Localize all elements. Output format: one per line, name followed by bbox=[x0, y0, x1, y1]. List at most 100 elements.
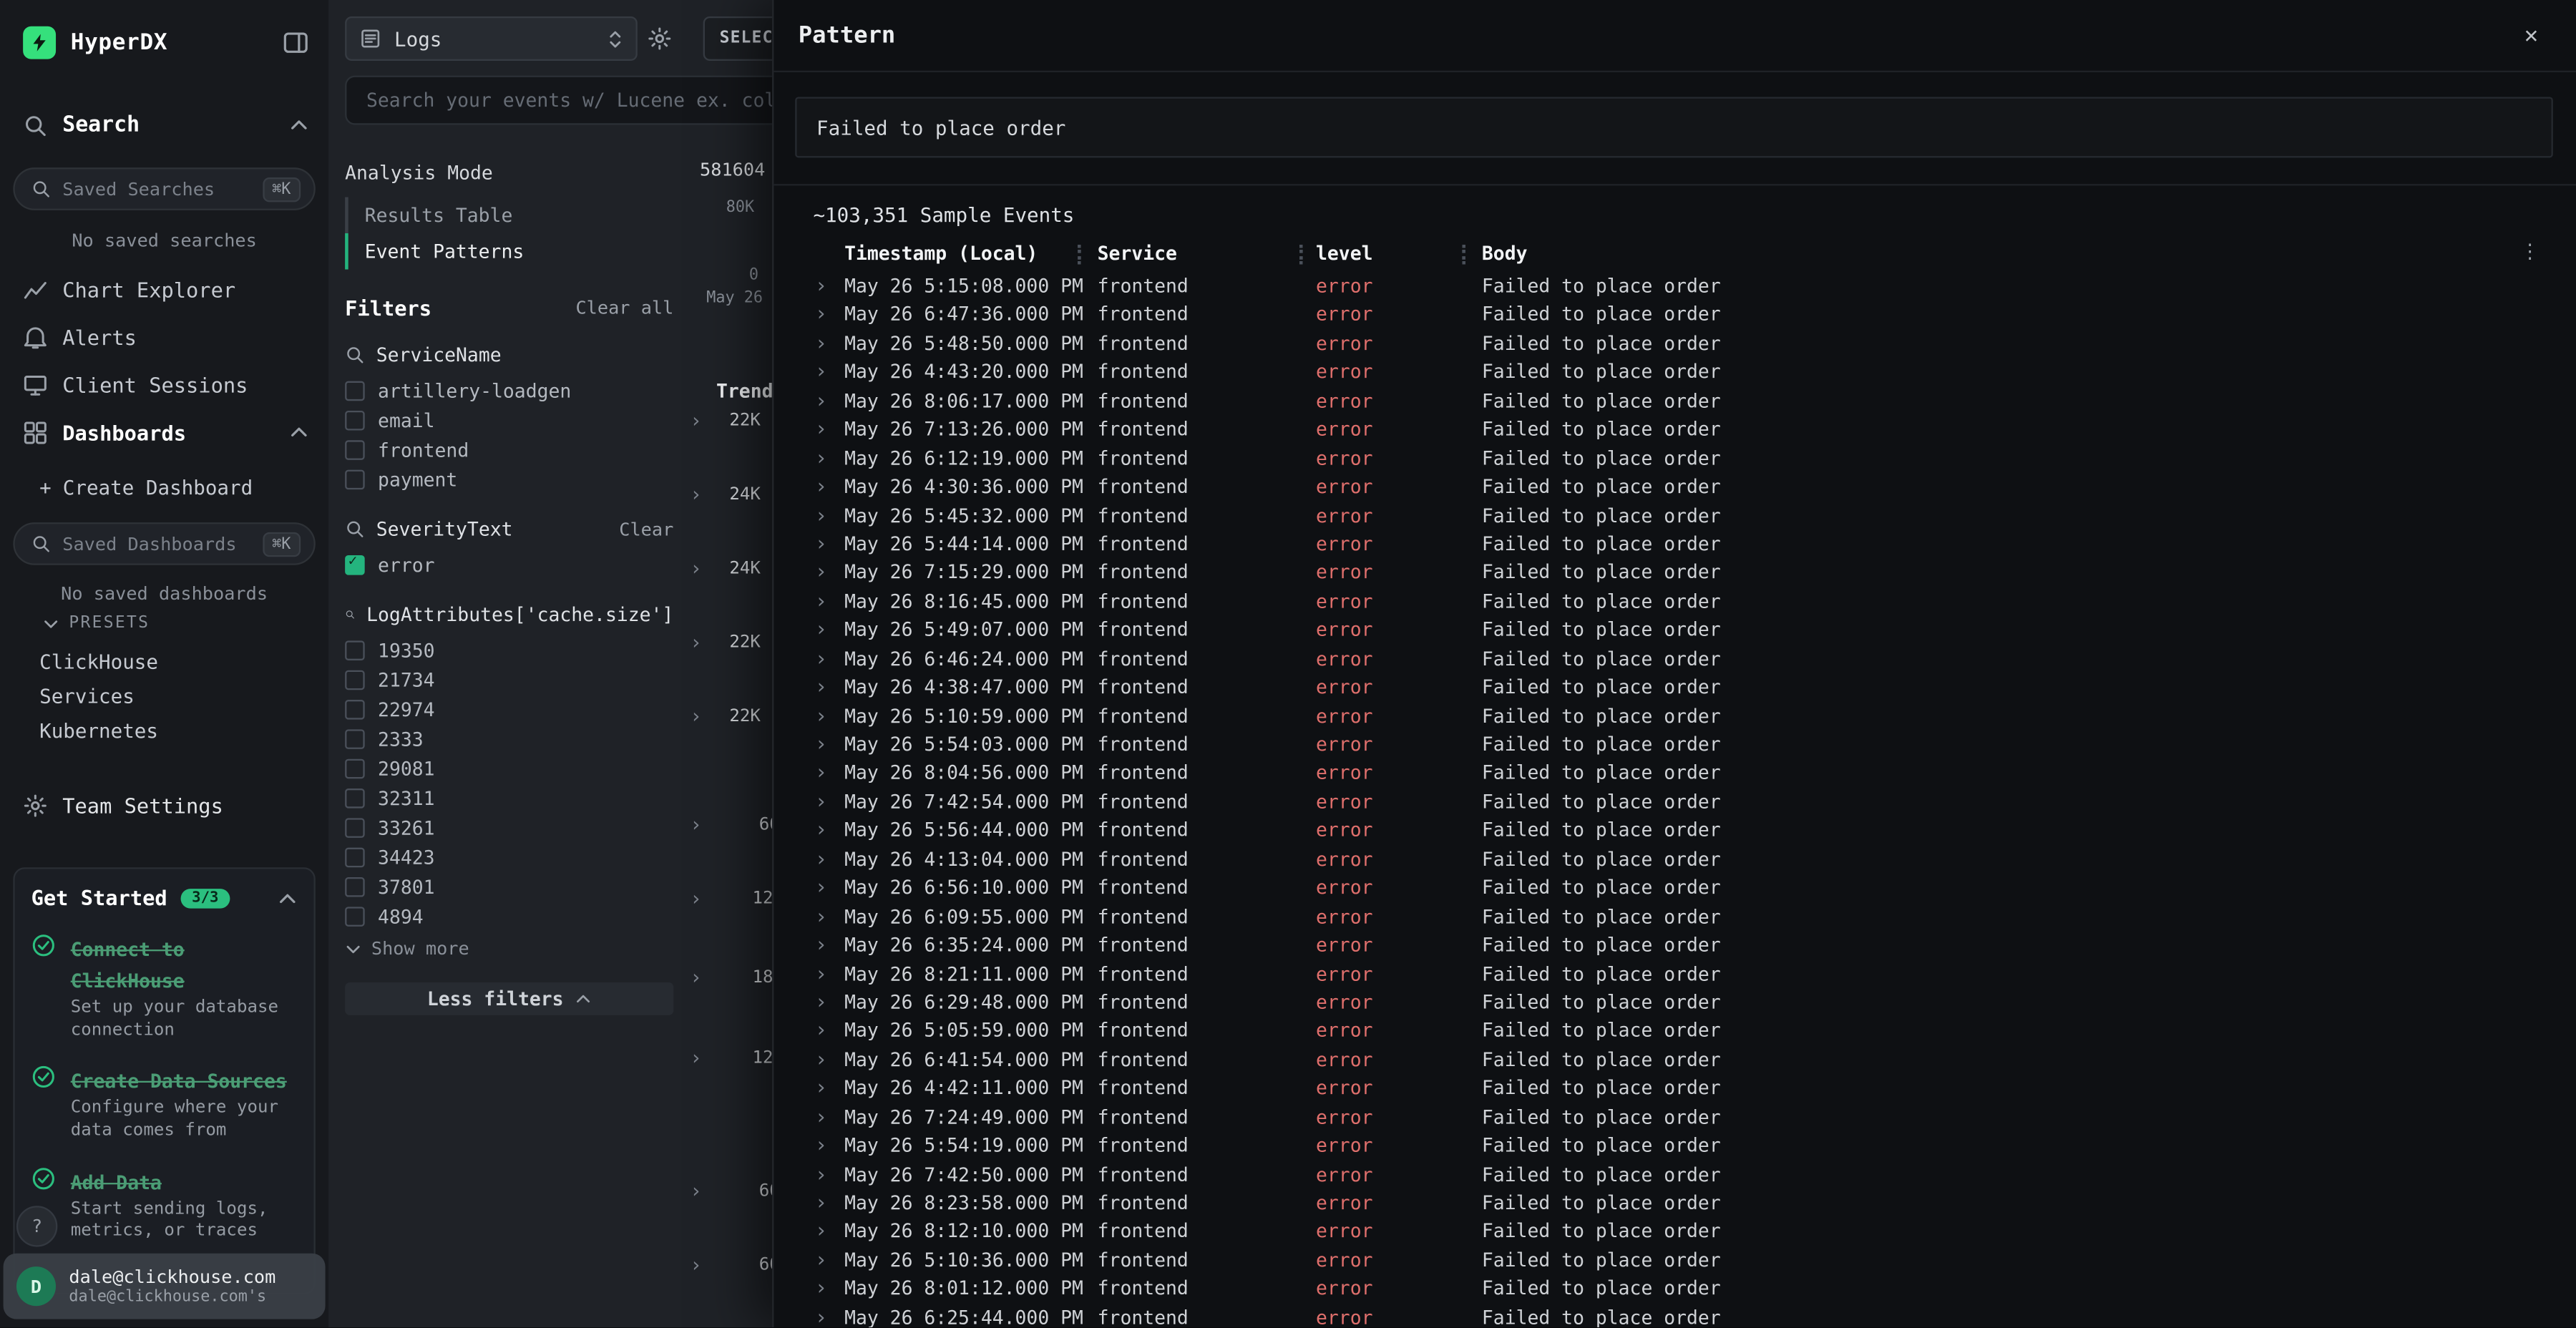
sample-event-row[interactable]: ›May 26 8:04:56.000 PMfrontenderrorFaile… bbox=[774, 760, 2576, 788]
sample-event-row[interactable]: ›May 26 6:46:24.000 PMfrontenderrorFaile… bbox=[774, 645, 2576, 674]
expand-row-chevron-icon[interactable]: › bbox=[815, 1246, 827, 1271]
get-started-item[interactable]: Add DataStart sending logs, metrics, or … bbox=[31, 1164, 298, 1244]
sample-event-row[interactable]: ›May 26 4:43:20.000 PMfrontenderrorFaile… bbox=[774, 358, 2576, 387]
collapse-sidebar-icon[interactable] bbox=[283, 29, 309, 56]
checkbox[interactable] bbox=[345, 818, 365, 838]
sample-event-row[interactable]: ›May 26 4:42:11.000 PMfrontenderrorFaile… bbox=[774, 1075, 2576, 1103]
sample-event-row[interactable]: ›May 26 4:30:36.000 PMfrontenderrorFaile… bbox=[774, 473, 2576, 502]
sidebar-preset-item[interactable]: Services bbox=[39, 678, 302, 713]
expand-row-chevron-icon[interactable]: › bbox=[815, 530, 827, 555]
sample-event-row[interactable]: ›May 26 6:25:44.000 PMfrontenderrorFaile… bbox=[774, 1304, 2576, 1327]
filter-option[interactable]: 2333 bbox=[345, 724, 673, 753]
expand-row-chevron-icon[interactable]: › bbox=[815, 502, 827, 526]
expand-row-chevron-icon[interactable]: › bbox=[815, 703, 827, 727]
sample-event-row[interactable]: ›May 26 6:47:36.000 PMfrontenderrorFaile… bbox=[774, 301, 2576, 330]
checkbox[interactable] bbox=[345, 848, 365, 868]
checkbox[interactable] bbox=[345, 729, 365, 749]
expand-row-chevron-icon[interactable]: › bbox=[815, 1218, 827, 1242]
col-level[interactable]: level bbox=[1316, 241, 1372, 264]
filter-option[interactable]: 37801 bbox=[345, 872, 673, 902]
less-filters-button[interactable]: Less filters bbox=[345, 982, 673, 1015]
checkbox[interactable] bbox=[345, 440, 365, 460]
sample-event-row[interactable]: ›May 26 6:29:48.000 PMfrontenderrorFaile… bbox=[774, 989, 2576, 1017]
sidebar-item-search[interactable]: Search bbox=[23, 109, 308, 142]
chevron-right-icon[interactable]: › bbox=[690, 631, 702, 654]
checkbox[interactable] bbox=[345, 700, 365, 720]
expand-row-chevron-icon[interactable]: › bbox=[815, 617, 827, 641]
filter-option[interactable]: 29081 bbox=[345, 754, 673, 783]
chevron-right-icon[interactable]: › bbox=[690, 887, 702, 910]
sample-event-row[interactable]: ›May 26 6:56:10.000 PMfrontenderrorFaile… bbox=[774, 874, 2576, 903]
chevron-right-icon[interactable]: › bbox=[690, 966, 702, 989]
get-started-header[interactable]: Get Started 3/3 bbox=[31, 885, 298, 909]
sample-event-row[interactable]: ›May 26 5:54:03.000 PMfrontenderrorFaile… bbox=[774, 731, 2576, 760]
sidebar-preset-item[interactable]: Kubernetes bbox=[39, 713, 302, 747]
filter-option[interactable]: artillery-loadgen bbox=[345, 376, 673, 406]
help-button[interactable]: ? bbox=[16, 1206, 57, 1246]
filter-option[interactable]: 22974 bbox=[345, 695, 673, 724]
expand-row-chevron-icon[interactable]: › bbox=[815, 788, 827, 813]
sample-event-row[interactable]: ›May 26 7:42:54.000 PMfrontenderrorFaile… bbox=[774, 788, 2576, 817]
chevron-right-icon[interactable]: › bbox=[690, 409, 702, 432]
sample-event-row[interactable]: ›May 26 5:45:32.000 PMfrontenderrorFaile… bbox=[774, 502, 2576, 530]
pattern-row-peek[interactable]: ›22K bbox=[687, 631, 772, 658]
expand-row-chevron-icon[interactable]: › bbox=[815, 874, 827, 899]
filter-option[interactable]: payment bbox=[345, 465, 673, 494]
expand-row-chevron-icon[interactable]: › bbox=[815, 473, 827, 497]
expand-row-chevron-icon[interactable]: › bbox=[815, 273, 827, 297]
chevron-right-icon[interactable]: › bbox=[690, 557, 702, 580]
sample-event-row[interactable]: ›May 26 7:15:29.000 PMfrontenderrorFaile… bbox=[774, 559, 2576, 587]
filter-option[interactable]: 34423 bbox=[345, 843, 673, 872]
sample-event-row[interactable]: ›May 26 8:16:45.000 PMfrontenderrorFaile… bbox=[774, 588, 2576, 617]
filter-option[interactable]: 33261 bbox=[345, 813, 673, 842]
expand-row-chevron-icon[interactable]: › bbox=[815, 1075, 827, 1099]
expand-row-chevron-icon[interactable]: › bbox=[815, 932, 827, 956]
expand-row-chevron-icon[interactable]: › bbox=[815, 1304, 827, 1327]
user-account-chip[interactable]: D dale@clickhouse.com dale@clickhouse.co… bbox=[4, 1254, 326, 1319]
chevron-right-icon[interactable]: › bbox=[690, 705, 702, 728]
sample-event-row[interactable]: ›May 26 5:44:14.000 PMfrontenderrorFaile… bbox=[774, 530, 2576, 559]
column-resize-handle[interactable] bbox=[1299, 245, 1303, 265]
close-icon[interactable]: ✕ bbox=[2524, 22, 2538, 49]
pattern-row-peek[interactable]: ›22K bbox=[687, 409, 772, 436]
chevron-right-icon[interactable]: › bbox=[690, 1179, 702, 1202]
column-resize-handle[interactable] bbox=[1462, 245, 1465, 265]
sample-event-row[interactable]: ›May 26 8:01:12.000 PMfrontenderrorFaile… bbox=[774, 1275, 2576, 1304]
checkbox[interactable] bbox=[345, 670, 365, 690]
expand-row-chevron-icon[interactable]: › bbox=[815, 903, 827, 927]
filter-option[interactable]: 19350 bbox=[345, 636, 673, 665]
sidebar-preset-item[interactable]: ClickHouse bbox=[39, 644, 302, 678]
filter-option[interactable]: 21734 bbox=[345, 665, 673, 695]
expand-row-chevron-icon[interactable]: › bbox=[815, 588, 827, 612]
mode-results-table[interactable]: Results Table bbox=[345, 197, 673, 234]
expand-row-chevron-icon[interactable]: › bbox=[815, 645, 827, 670]
sample-event-row[interactable]: ›May 26 5:15:08.000 PMfrontenderrorFaile… bbox=[774, 273, 2576, 301]
expand-row-chevron-icon[interactable]: › bbox=[815, 674, 827, 698]
saved-searches-input[interactable]: Saved Searches ⌘K bbox=[13, 167, 315, 210]
sample-event-row[interactable]: ›May 26 8:23:58.000 PMfrontenderrorFaile… bbox=[774, 1189, 2576, 1218]
expand-row-chevron-icon[interactable]: › bbox=[815, 1132, 827, 1156]
get-started-item[interactable]: Connect to ClickHouseSet up your databas… bbox=[31, 932, 298, 1042]
expand-row-chevron-icon[interactable]: › bbox=[815, 358, 827, 383]
expand-row-chevron-icon[interactable]: › bbox=[815, 330, 827, 354]
clear-group-link[interactable]: Clear bbox=[619, 518, 673, 540]
sidebar-item-chart-explorer[interactable]: Chart Explorer bbox=[23, 270, 308, 309]
sample-event-row[interactable]: ›May 26 5:10:36.000 PMfrontenderrorFaile… bbox=[774, 1246, 2576, 1275]
checkbox[interactable] bbox=[345, 788, 365, 809]
chevron-right-icon[interactable]: › bbox=[690, 1046, 702, 1069]
checkbox[interactable] bbox=[345, 381, 365, 401]
expand-row-chevron-icon[interactable]: › bbox=[815, 444, 827, 469]
expand-row-chevron-icon[interactable]: › bbox=[815, 989, 827, 1013]
sample-event-row[interactable]: ›May 26 6:12:19.000 PMfrontenderrorFaile… bbox=[774, 444, 2576, 473]
expand-row-chevron-icon[interactable]: › bbox=[815, 1103, 827, 1128]
presets-toggle[interactable]: PRESETS bbox=[43, 615, 150, 633]
chevron-up-icon[interactable] bbox=[289, 422, 309, 442]
sample-event-row[interactable]: ›May 26 5:49:07.000 PMfrontenderrorFaile… bbox=[774, 617, 2576, 645]
sample-event-row[interactable]: ›May 26 8:12:10.000 PMfrontenderrorFaile… bbox=[774, 1218, 2576, 1246]
expand-row-chevron-icon[interactable]: › bbox=[815, 1046, 827, 1070]
chevron-right-icon[interactable]: › bbox=[690, 1254, 702, 1276]
sample-event-row[interactable]: ›May 26 5:48:50.000 PMfrontenderrorFaile… bbox=[774, 330, 2576, 358]
expand-row-chevron-icon[interactable]: › bbox=[815, 817, 827, 841]
chevron-right-icon[interactable]: › bbox=[690, 813, 702, 836]
get-started-item[interactable]: Create Data SourcesConfigure where your … bbox=[31, 1063, 298, 1143]
